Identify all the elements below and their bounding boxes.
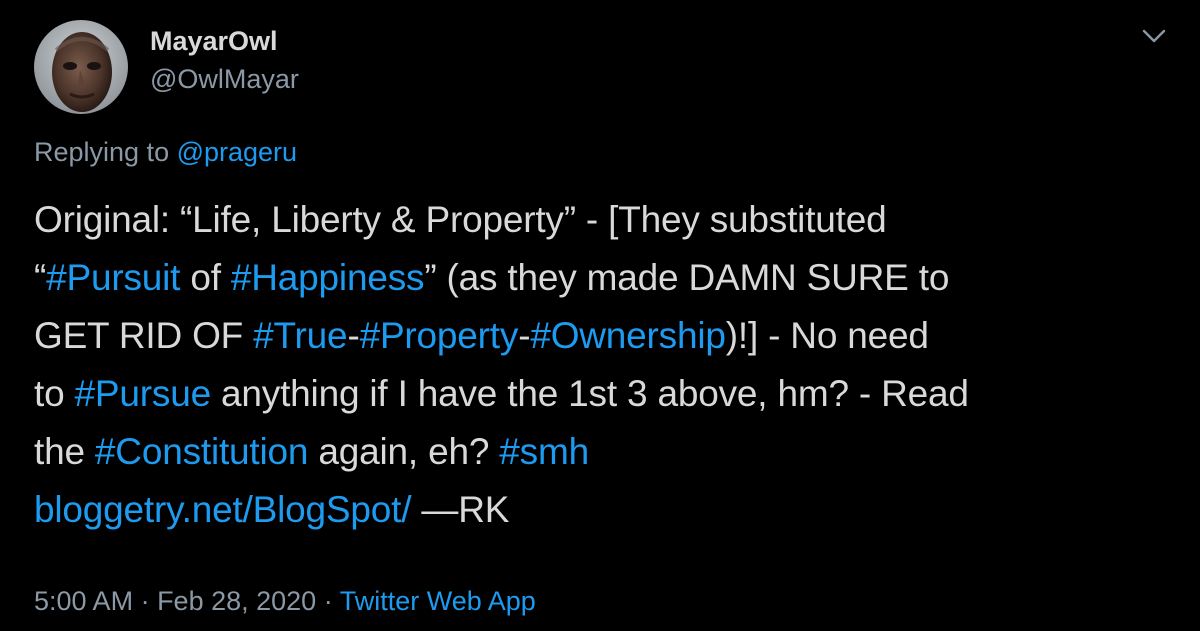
- tweet-text-segment: to: [34, 373, 75, 414]
- hashtag-link[interactable]: #smh: [499, 431, 589, 472]
- tweet-line: bloggetry.net/BlogSpot/ —RK: [34, 481, 1174, 539]
- source-app-link[interactable]: Twitter Web App: [340, 586, 536, 616]
- reply-mention-link[interactable]: @prageru: [177, 137, 297, 167]
- tweet-card: MayarOwl @OwlMayar Replying to @prageru …: [0, 0, 1200, 631]
- author-handle[interactable]: @OwlMayar: [150, 62, 299, 96]
- separator-dot: ·: [133, 586, 158, 616]
- tweet-line: “#Pursuit of #Happiness” (as they made D…: [34, 249, 1174, 307]
- tweet-text-segment: ” (as they made DAMN SURE to: [424, 257, 950, 298]
- hashtag-link[interactable]: #Pursuit: [46, 257, 180, 298]
- tweet-line: the #Constitution again, eh? #smh: [34, 423, 1174, 481]
- separator-dot: ·: [316, 586, 340, 616]
- tweet-text-segment: again, eh?: [308, 431, 500, 472]
- tweet-time[interactable]: 5:00 AM: [34, 586, 133, 616]
- avatar[interactable]: [34, 20, 128, 114]
- tweet-text-segment: )!] - No need: [725, 315, 929, 356]
- hashtag-link[interactable]: #Happiness: [231, 257, 425, 298]
- chevron-down-icon[interactable]: [1136, 22, 1172, 50]
- tweet-text: Original: “Life, Liberty & Property” - […: [34, 191, 1174, 539]
- tweet-text-segment: —RK: [411, 489, 510, 530]
- tweet-text-segment: anything if I have the 1st 3 above, hm? …: [210, 373, 969, 414]
- hashtag-link[interactable]: #Ownership: [530, 315, 726, 356]
- tweet-line: to #Pursue anything if I have the 1st 3 …: [34, 365, 1174, 423]
- hashtag-link[interactable]: #Constitution: [95, 431, 309, 472]
- replying-to: Replying to @prageru: [34, 134, 297, 170]
- tweet-date[interactable]: Feb 28, 2020: [157, 586, 316, 616]
- replying-to-label: Replying to: [34, 137, 177, 167]
- hashtag-link[interactable]: #Property: [360, 315, 519, 356]
- tweet-text-segment: of: [180, 257, 231, 298]
- tweet-text-segment: -: [518, 315, 531, 356]
- tweet-line: Original: “Life, Liberty & Property” - […: [34, 191, 1174, 249]
- tweet-meta: 5:00 AM · Feb 28, 2020 · Twitter Web App: [34, 583, 536, 619]
- tweet-text-segment: -: [347, 315, 360, 356]
- tweet-text-segment: Original: “Life, Liberty & Property” - […: [34, 199, 887, 240]
- tweet-text-segment: the: [34, 431, 95, 472]
- url-link[interactable]: bloggetry.net/BlogSpot/: [34, 489, 412, 530]
- tweet-text-segment: GET RID OF: [34, 315, 254, 356]
- tweet-line: GET RID OF #True-#Property-#Ownership)!]…: [34, 307, 1174, 365]
- hashtag-link[interactable]: #True: [253, 315, 347, 356]
- author-display-name[interactable]: MayarOwl: [150, 24, 278, 58]
- hashtag-link[interactable]: #Pursue: [75, 373, 212, 414]
- tweet-text-segment: “: [34, 257, 47, 298]
